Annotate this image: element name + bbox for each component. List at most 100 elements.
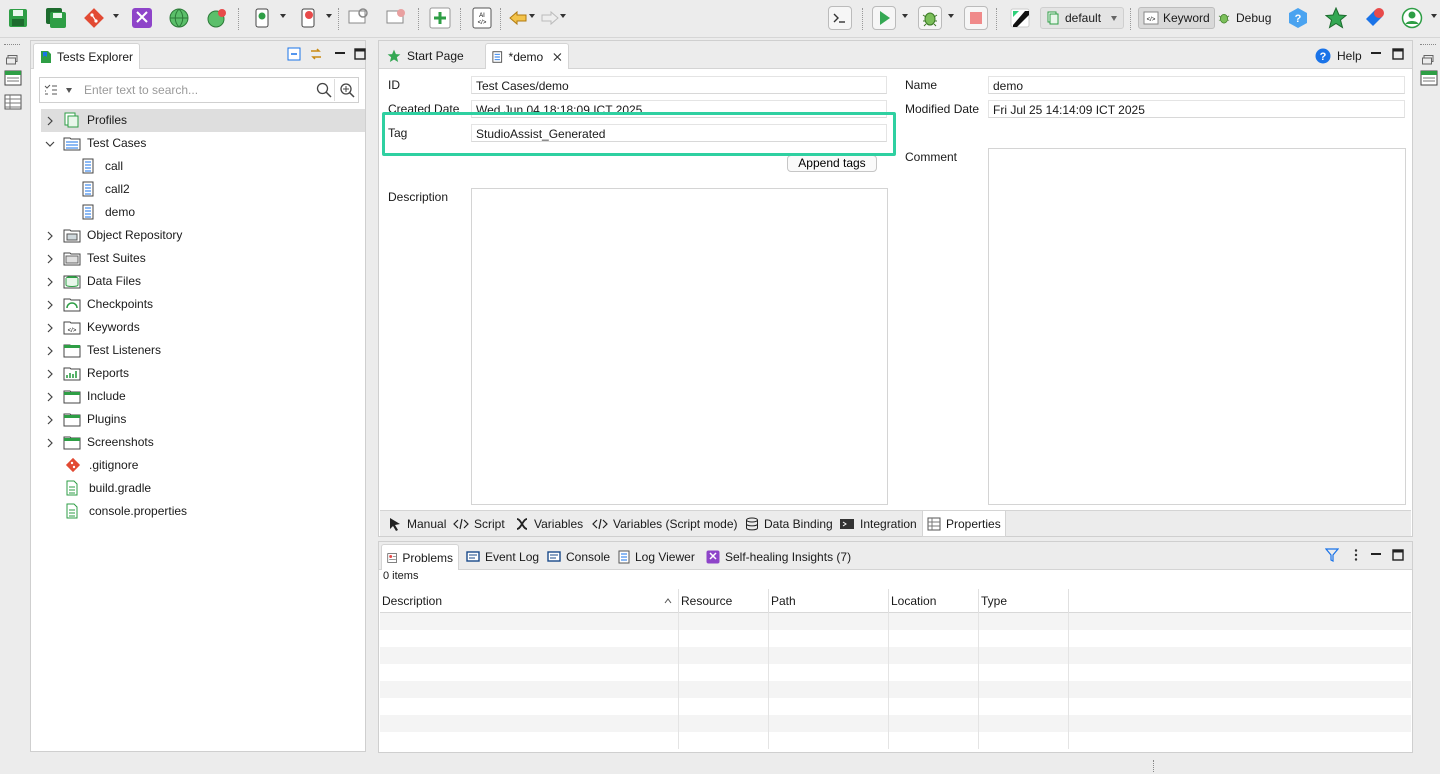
advanced-search-icon[interactable] bbox=[334, 79, 358, 101]
column-header-resource[interactable]: Resource bbox=[679, 589, 769, 613]
tree-item-console-properties[interactable]: console.properties bbox=[41, 500, 365, 523]
record-mobile-dropdown-icon[interactable] bbox=[326, 14, 332, 18]
chevron-right-icon[interactable] bbox=[45, 391, 55, 402]
perspective-keyword-button[interactable]: </> Keyword bbox=[1138, 7, 1215, 29]
perspective-debug-button[interactable]: Debug bbox=[1212, 7, 1275, 29]
spy-mobile-dropdown-icon[interactable] bbox=[280, 14, 286, 18]
tree-item-call2[interactable]: call2 bbox=[41, 178, 365, 201]
tree-item-test-cases[interactable]: Test Cases bbox=[41, 132, 365, 155]
tree-item-gitignore[interactable]: .gitignore bbox=[41, 454, 365, 477]
terminal-icon[interactable] bbox=[828, 6, 852, 30]
add-new-icon[interactable] bbox=[428, 6, 452, 30]
id-field[interactable]: Test Cases/demo bbox=[471, 76, 887, 94]
minimize-icon[interactable] bbox=[333, 47, 347, 61]
chevron-right-icon[interactable] bbox=[45, 322, 55, 333]
column-header-location[interactable]: Location bbox=[889, 589, 979, 613]
tree-item-call[interactable]: call bbox=[41, 155, 365, 178]
tree-item-checkpoints[interactable]: Checkpoints bbox=[41, 293, 365, 316]
maximize-icon[interactable] bbox=[1391, 548, 1405, 562]
search-icon[interactable] bbox=[314, 79, 334, 101]
outline-icon[interactable] bbox=[4, 94, 22, 110]
tab-manual[interactable]: Manual bbox=[384, 511, 450, 537]
execution-profile-select[interactable]: default bbox=[1040, 7, 1124, 29]
ai-script-icon[interactable]: AI </> bbox=[470, 6, 494, 30]
tab-tests-explorer[interactable]: Tests Explorer bbox=[33, 43, 141, 69]
comment-textarea[interactable] bbox=[988, 148, 1406, 505]
tree-item-screenshots[interactable]: Screenshots bbox=[41, 431, 365, 454]
view-menu-icon[interactable] bbox=[1349, 548, 1363, 562]
tab-variables-script-mode[interactable]: Variables (Script mode) bbox=[588, 511, 742, 537]
tab-integration[interactable]: Integration bbox=[835, 511, 921, 537]
back-dropdown-icon[interactable] bbox=[529, 14, 535, 18]
tree-item-include[interactable]: Include bbox=[41, 385, 365, 408]
account-icon[interactable] bbox=[1400, 6, 1424, 30]
side-panel-icon[interactable] bbox=[1420, 70, 1438, 86]
run-icon[interactable] bbox=[872, 6, 896, 30]
git-dropdown-icon[interactable] bbox=[113, 14, 119, 18]
tree-item-build-gradle[interactable]: build.gradle bbox=[41, 477, 365, 500]
tab-console[interactable]: Console bbox=[542, 544, 615, 570]
column-header-type[interactable]: Type bbox=[979, 589, 1069, 613]
filter-dropdown-icon[interactable] bbox=[66, 87, 72, 93]
spy-windows-icon[interactable] bbox=[346, 6, 370, 30]
tree-item-data-files[interactable]: Data Files bbox=[41, 270, 365, 293]
chevron-right-icon[interactable] bbox=[45, 115, 55, 126]
minimize-icon[interactable] bbox=[1369, 47, 1383, 61]
stop-icon[interactable] bbox=[964, 6, 988, 30]
filter-icon[interactable] bbox=[1324, 548, 1340, 562]
chevron-down-icon[interactable] bbox=[45, 138, 55, 148]
record-mobile-icon[interactable] bbox=[296, 6, 320, 30]
back-arrow-icon[interactable] bbox=[506, 6, 530, 30]
spy-mobile-icon[interactable] bbox=[250, 6, 274, 30]
tab-start-page[interactable]: Start Page bbox=[381, 43, 485, 69]
platform-icon[interactable] bbox=[1008, 6, 1032, 30]
tab-problems[interactable]: Problems bbox=[381, 544, 459, 570]
tab-data-binding[interactable]: Data Binding bbox=[741, 511, 837, 537]
debug-icon[interactable] bbox=[918, 6, 942, 30]
chevron-right-icon[interactable] bbox=[45, 368, 55, 379]
tab-event-log[interactable]: Event Log bbox=[461, 544, 544, 570]
run-dropdown-icon[interactable] bbox=[902, 14, 908, 18]
chevron-right-icon[interactable] bbox=[45, 345, 55, 356]
append-tags-button[interactable]: Append tags bbox=[787, 155, 877, 172]
column-header-path[interactable]: Path bbox=[769, 589, 889, 613]
tree-item-test-listeners[interactable]: Test Listeners bbox=[41, 339, 365, 362]
tab-log-viewer[interactable]: Log Viewer bbox=[613, 544, 700, 570]
chevron-right-icon[interactable] bbox=[45, 276, 55, 287]
tree-item-keywords[interactable]: </> Keywords bbox=[41, 316, 365, 339]
self-healing-icon[interactable] bbox=[130, 6, 154, 30]
forward-arrow-icon[interactable] bbox=[538, 6, 562, 30]
link-with-editor-icon[interactable] bbox=[309, 47, 323, 61]
notification-icon[interactable] bbox=[1362, 6, 1386, 30]
save-all-icon[interactable] bbox=[44, 6, 68, 30]
tree-item-profiles[interactable]: Profiles bbox=[41, 109, 365, 132]
filter-list-icon[interactable] bbox=[40, 79, 62, 101]
restore-icon[interactable] bbox=[6, 54, 18, 65]
tab-demo[interactable]: *demo bbox=[485, 43, 569, 69]
minimize-icon[interactable] bbox=[1369, 548, 1383, 562]
help-link[interactable]: ? Help bbox=[1309, 43, 1368, 69]
spy-web-icon[interactable] bbox=[167, 6, 191, 30]
tree-item-demo[interactable]: demo bbox=[41, 201, 365, 224]
chevron-right-icon[interactable] bbox=[45, 437, 55, 448]
chevron-right-icon[interactable] bbox=[45, 414, 55, 425]
save-icon[interactable] bbox=[6, 6, 30, 30]
forward-dropdown-icon[interactable] bbox=[560, 14, 566, 18]
chevron-right-icon[interactable] bbox=[45, 230, 55, 241]
tree-item-reports[interactable]: Reports bbox=[41, 362, 365, 385]
help-icon[interactable]: ? bbox=[1286, 6, 1310, 30]
tree-item-object-repository[interactable]: Object Repository bbox=[41, 224, 365, 247]
name-field[interactable]: demo bbox=[988, 76, 1405, 94]
tab-self-healing-insights[interactable]: Self-healing Insights (7) bbox=[701, 544, 856, 570]
tab-properties[interactable]: Properties bbox=[922, 511, 1006, 537]
git-icon[interactable] bbox=[82, 6, 106, 30]
debug-dropdown-icon[interactable] bbox=[948, 14, 954, 18]
record-web-icon[interactable] bbox=[205, 6, 229, 30]
record-windows-icon[interactable] bbox=[384, 6, 408, 30]
maximize-icon[interactable] bbox=[1391, 47, 1405, 61]
tree-item-test-suites[interactable]: Test Suites bbox=[41, 247, 365, 270]
keyword-browser-icon[interactable] bbox=[4, 70, 22, 86]
tab-script[interactable]: Script bbox=[449, 511, 509, 537]
tab-variables[interactable]: Variables bbox=[511, 511, 587, 537]
explorer-search-input[interactable] bbox=[80, 79, 314, 101]
